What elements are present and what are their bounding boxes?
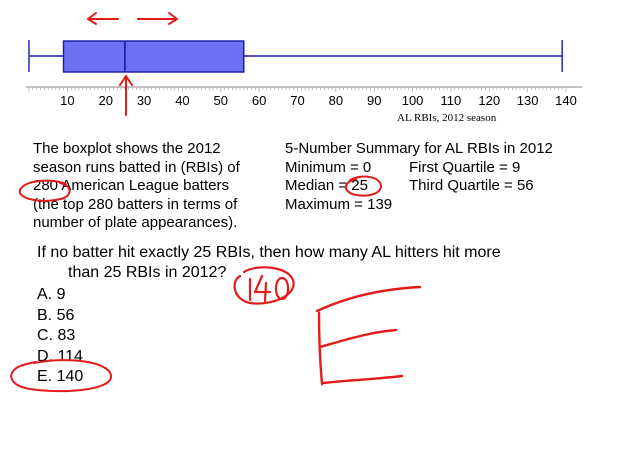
description-line-1: The boxplot shows the 2012 [33,140,221,157]
description-line-5: number of plate appearances). [33,214,238,231]
tick-labels: 10 20 30 40 50 60 70 80 90 100 110 120 130 140 [60,93,577,108]
summary-median: Median = 25 [285,177,368,194]
boxplot [28,40,563,73]
tick-label: 130 [517,93,539,108]
choice-b: B. 56 [37,306,75,324]
tick-label: 90 [367,93,381,108]
tick-label: 50 [214,93,228,108]
handwritten-140 [233,266,295,305]
description-line-3: 280 American League batters [33,177,229,194]
tick-label: 10 [60,93,74,108]
summary-maximum: Maximum = 139 [285,195,393,213]
description-line-4: (the top 280 batters in terms of [33,195,238,213]
minor-ticks [28,87,567,92]
summary-third-quartile: Third Quartile = 56 [409,177,534,194]
tick-label: 110 [441,93,462,108]
boxplot-chart: 10 20 30 40 50 60 70 80 90 100 110 120 130 140 [26,40,582,108]
choice-a: A. 9 [37,286,66,303]
tick-label: 30 [137,93,151,108]
choice-c: C. 83 [37,327,76,344]
description-line-2: season runs batted in (RBIs) of [33,158,240,176]
x-axis [26,86,582,92]
summary-first-quartile: First Quartile = 9 [409,158,521,176]
tick-label: 120 [478,93,500,108]
tick-label: 80 [329,93,343,108]
tick-label: 140 [555,93,577,108]
tick-label: 100 [402,93,424,108]
question-line-2: than 25 RBIs in 2012? [68,264,227,281]
tick-label: 20 [98,93,112,108]
tick-label: 40 [175,93,189,108]
question-line-1: If no batter hit exactly 25 RBIs, then h… [37,244,501,261]
summary-minimum: Minimum = 0 [285,158,372,176]
iqr-box [62,40,245,73]
handwritten-letter-e [315,285,422,386]
x-axis-label: AL RBIs, 2012 season [397,112,497,124]
tick-label: 70 [290,93,304,108]
tick-label: 60 [252,93,266,108]
summary-title: 5-Number Summary for AL RBIs in 2012 [285,140,553,157]
choice-e: E. 140 [37,368,84,385]
choice-d: D. 114 [37,347,83,365]
